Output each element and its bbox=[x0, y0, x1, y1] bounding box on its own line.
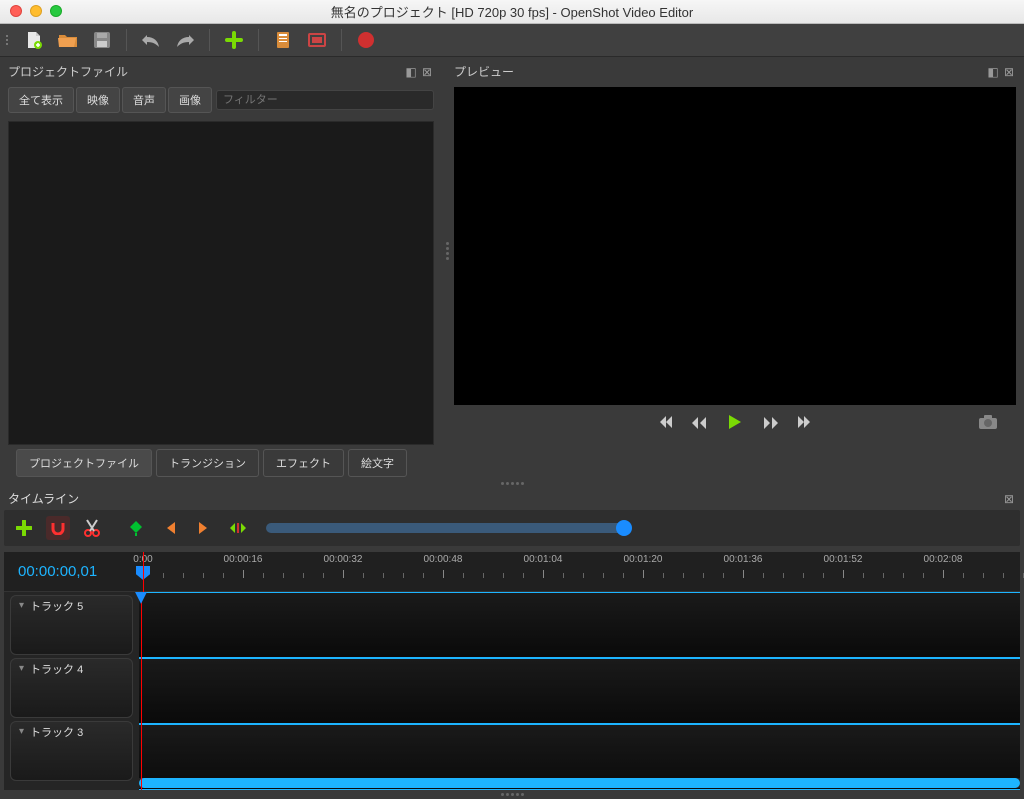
timeline-scrollbar-thumb[interactable] bbox=[139, 778, 1020, 788]
main-toolbar bbox=[0, 24, 1024, 57]
save-project-button[interactable] bbox=[90, 28, 114, 52]
ruler-tick-label: 00:01:52 bbox=[824, 554, 863, 565]
playhead-line[interactable] bbox=[141, 592, 142, 790]
panel-close-icon[interactable]: ⊠ bbox=[1002, 65, 1016, 79]
export-video-button[interactable] bbox=[354, 28, 378, 52]
add-marker-button[interactable] bbox=[124, 516, 148, 540]
horizontal-splitter[interactable] bbox=[0, 479, 1024, 488]
zoom-slider[interactable] bbox=[266, 523, 626, 533]
track-row[interactable] bbox=[139, 592, 1020, 658]
track-name: トラック 5 bbox=[30, 598, 83, 614]
ruler-tick-label: 00:01:04 bbox=[524, 554, 563, 565]
effects-tab[interactable]: エフェクト bbox=[263, 449, 344, 477]
timeline-panel-title: タイムライン bbox=[8, 490, 79, 507]
ruler-tick-label: 00:00:32 bbox=[324, 554, 363, 565]
project-files-tab[interactable]: プロジェクトファイル bbox=[16, 449, 152, 477]
ruler-tick-label: 00:01:36 bbox=[724, 554, 763, 565]
track-row[interactable] bbox=[139, 658, 1020, 724]
panel-undock-icon[interactable]: ◧ bbox=[986, 65, 1000, 79]
jump-start-button[interactable] bbox=[656, 415, 672, 434]
razor-button[interactable] bbox=[80, 516, 104, 540]
timeline-ruler[interactable]: 0:0000:00:1600:00:3200:00:4800:01:0400:0… bbox=[139, 552, 1020, 591]
jump-end-button[interactable] bbox=[798, 415, 814, 434]
chevron-down-icon: ▾ bbox=[19, 663, 24, 674]
filter-input[interactable] bbox=[216, 90, 434, 110]
chevron-down-icon: ▾ bbox=[19, 600, 24, 611]
track-label[interactable]: ▾ トラック 4 bbox=[10, 658, 133, 718]
redo-button[interactable] bbox=[173, 28, 197, 52]
undo-button[interactable] bbox=[139, 28, 163, 52]
import-files-button[interactable] bbox=[222, 28, 246, 52]
rewind-button[interactable] bbox=[692, 416, 708, 434]
video-preview-area[interactable] bbox=[454, 87, 1016, 405]
new-project-button[interactable] bbox=[22, 28, 46, 52]
ruler-tick-label: 00:02:08 bbox=[924, 554, 963, 565]
emoji-tab[interactable]: 絵文字 bbox=[348, 449, 407, 477]
transitions-tab[interactable]: トランジション bbox=[156, 449, 259, 477]
open-project-button[interactable] bbox=[56, 28, 80, 52]
add-track-button[interactable] bbox=[12, 516, 36, 540]
panel-close-icon[interactable]: ⊠ bbox=[420, 65, 434, 79]
bottom-splitter[interactable] bbox=[0, 790, 1024, 799]
play-button[interactable] bbox=[728, 414, 742, 435]
track-label[interactable]: ▾ トラック 5 bbox=[10, 595, 133, 655]
track-name: トラック 4 bbox=[30, 661, 83, 677]
timeline-scrollbar[interactable] bbox=[139, 778, 1020, 788]
titlebar: 無名のプロジェクト [HD 720p 30 fps] - OpenShot Vi… bbox=[0, 0, 1024, 24]
snap-button[interactable] bbox=[46, 516, 70, 540]
preview-panel-title: プレビュー bbox=[454, 63, 514, 80]
track-label[interactable]: ▾ トラック 3 bbox=[10, 721, 133, 781]
track-name: トラック 3 bbox=[30, 724, 83, 740]
center-playhead-button[interactable] bbox=[226, 516, 250, 540]
panel-undock-icon[interactable]: ◧ bbox=[404, 65, 418, 79]
filter-video-tab[interactable]: 映像 bbox=[76, 87, 120, 113]
filter-audio-tab[interactable]: 音声 bbox=[122, 87, 166, 113]
toolbar-grip[interactable] bbox=[6, 30, 12, 50]
zoom-slider-thumb[interactable] bbox=[616, 520, 632, 536]
project-files-panel-title: プロジェクトファイル bbox=[8, 63, 128, 80]
previous-marker-button[interactable] bbox=[158, 516, 182, 540]
fast-forward-button[interactable] bbox=[762, 416, 778, 434]
playback-controls bbox=[454, 405, 1016, 445]
filter-show-all-tab[interactable]: 全て表示 bbox=[8, 87, 74, 113]
timeline-toolbar bbox=[4, 510, 1020, 546]
current-timecode: 00:00:00,01 bbox=[4, 552, 139, 591]
fullscreen-button[interactable] bbox=[305, 28, 329, 52]
vertical-splitter[interactable] bbox=[440, 57, 454, 445]
filter-image-tab[interactable]: 画像 bbox=[168, 87, 212, 113]
next-marker-button[interactable] bbox=[192, 516, 216, 540]
snapshot-button[interactable] bbox=[978, 414, 998, 435]
profile-button[interactable] bbox=[271, 28, 295, 52]
chevron-down-icon: ▾ bbox=[19, 726, 24, 737]
project-files-viewer[interactable] bbox=[8, 121, 434, 445]
ruler-tick-label: 00:00:16 bbox=[224, 554, 263, 565]
window-title: 無名のプロジェクト [HD 720p 30 fps] - OpenShot Vi… bbox=[0, 2, 1024, 21]
panel-close-icon[interactable]: ⊠ bbox=[1002, 492, 1016, 506]
ruler-tick-label: 00:01:20 bbox=[624, 554, 663, 565]
ruler-tick-label: 00:00:48 bbox=[424, 554, 463, 565]
